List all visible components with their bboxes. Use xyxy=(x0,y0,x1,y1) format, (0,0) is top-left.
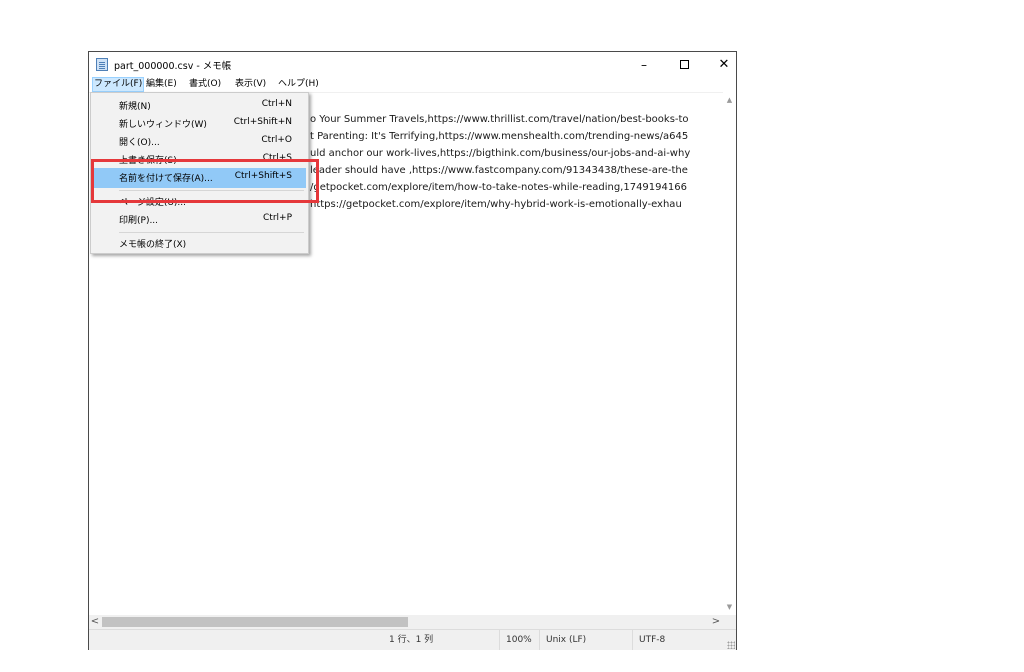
status-bar: 1 行、1 列 100% Unix (LF) UTF-8 xyxy=(89,629,736,650)
window-title: part_000000.csv - メモ帳 xyxy=(114,61,232,72)
menu-bar: ファイル(F) 編集(E) 書式(O) 表示(V) ヘルプ(H) xyxy=(89,77,736,92)
encoding: UTF-8 xyxy=(632,630,665,650)
menu-item-shortcut: Ctrl+P xyxy=(263,213,292,223)
horizontal-scrollbar[interactable]: < > xyxy=(89,615,736,629)
zoom-level: 100% xyxy=(499,630,532,650)
menu-item-exit[interactable]: メモ帳の終了(X) xyxy=(93,234,306,254)
minimize-button[interactable]: – xyxy=(624,52,664,77)
menu-item-new[interactable]: 新規(N) Ctrl+N xyxy=(93,96,306,116)
scroll-down-icon[interactable]: ▼ xyxy=(723,601,736,613)
menu-help[interactable]: ヘルプ(H) xyxy=(277,78,320,91)
menu-edit[interactable]: 編集(E) xyxy=(145,78,178,91)
menu-item-shortcut: Ctrl+N xyxy=(261,99,292,109)
vertical-scrollbar[interactable]: ▲ ▼ xyxy=(723,92,736,615)
text-line: o Your Summer Travels,https://www.thrill… xyxy=(310,114,689,125)
line-ending: Unix (LF) xyxy=(539,630,586,650)
close-button[interactable]: ✕ xyxy=(704,52,744,77)
scroll-up-icon[interactable]: ▲ xyxy=(723,94,736,106)
menu-file[interactable]: ファイル(F) xyxy=(92,77,145,92)
maximize-button[interactable] xyxy=(664,52,704,77)
scroll-left-icon[interactable]: < xyxy=(89,615,101,629)
scroll-right-icon[interactable]: > xyxy=(710,615,722,629)
text-line: leader should have ,https://www.fastcomp… xyxy=(310,165,688,176)
menu-view[interactable]: 表示(V) xyxy=(234,78,267,91)
text-line: https://getpocket.com/explore/item/why-h… xyxy=(310,199,682,210)
menu-item-shortcut: Ctrl+O xyxy=(261,135,292,145)
menu-item-label: メモ帳の終了(X) xyxy=(119,240,187,250)
maximize-icon xyxy=(679,60,689,69)
text-line: /getpocket.com/explore/item/how-to-take-… xyxy=(310,182,687,193)
notepad-icon xyxy=(96,58,108,71)
menu-item-label: 新しいウィンドウ(W) xyxy=(119,120,207,130)
menu-item-label: 印刷(P)... xyxy=(119,216,159,226)
title-bar[interactable]: part_000000.csv - メモ帳 – ✕ xyxy=(89,52,736,77)
highlight-annotation xyxy=(91,159,319,203)
menu-item-label: 開く(O)... xyxy=(119,138,160,148)
menu-item-new-window[interactable]: 新しいウィンドウ(W) Ctrl+Shift+N xyxy=(93,114,306,134)
menu-separator xyxy=(119,232,304,233)
text-line: uld anchor our work-lives,https://bigthi… xyxy=(310,148,691,159)
menu-format[interactable]: 書式(O) xyxy=(188,78,222,91)
menu-item-print[interactable]: 印刷(P)... Ctrl+P xyxy=(93,210,306,230)
horizontal-scroll-thumb[interactable] xyxy=(102,617,408,627)
menu-item-shortcut: Ctrl+Shift+N xyxy=(233,117,292,127)
menu-item-label: 新規(N) xyxy=(119,102,151,112)
resize-grip-icon[interactable] xyxy=(727,641,735,649)
menu-item-open[interactable]: 開く(O)... Ctrl+O xyxy=(93,132,306,152)
text-line: t Parenting: It's Terrifying,https://www… xyxy=(310,131,689,142)
cursor-position: 1 行、1 列 xyxy=(389,635,434,645)
